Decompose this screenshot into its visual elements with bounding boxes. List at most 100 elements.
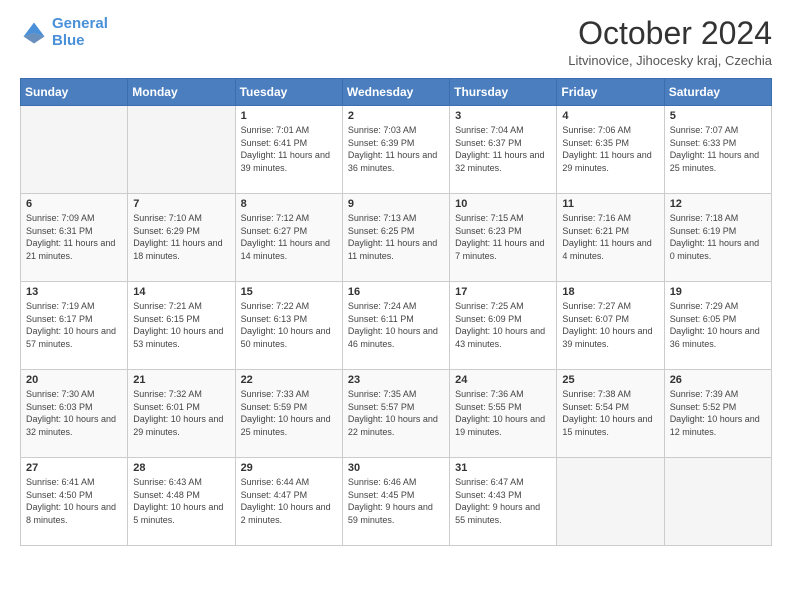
day-info: Sunrise: 7:32 AM Sunset: 6:01 PM Dayligh… bbox=[133, 388, 229, 438]
day-number: 25 bbox=[562, 374, 658, 386]
day-number: 8 bbox=[241, 198, 337, 210]
day-info: Sunrise: 7:04 AM Sunset: 6:37 PM Dayligh… bbox=[455, 124, 551, 174]
day-number: 2 bbox=[348, 110, 444, 122]
day-number: 14 bbox=[133, 286, 229, 298]
day-number: 18 bbox=[562, 286, 658, 298]
day-of-week-header: Saturday bbox=[664, 79, 771, 106]
day-info: Sunrise: 6:44 AM Sunset: 4:47 PM Dayligh… bbox=[241, 476, 337, 526]
day-info: Sunrise: 7:12 AM Sunset: 6:27 PM Dayligh… bbox=[241, 212, 337, 262]
day-number: 21 bbox=[133, 374, 229, 386]
calendar-day-cell: 3Sunrise: 7:04 AM Sunset: 6:37 PM Daylig… bbox=[450, 106, 557, 194]
day-info: Sunrise: 6:47 AM Sunset: 4:43 PM Dayligh… bbox=[455, 476, 551, 526]
calendar-day-cell: 16 Sunrise: 7:24 AM Sunset: 6:11 PM Dayli… bbox=[342, 282, 449, 370]
day-info: Sunrise: 7:03 AM Sunset: 6:39 PM Dayligh… bbox=[348, 124, 444, 174]
day-of-week-header: Wednesday bbox=[342, 79, 449, 106]
day-number: 24 bbox=[455, 374, 551, 386]
calendar-week-row: 20Sunrise: 7:30 AM Sunset: 6:03 PM Dayli… bbox=[21, 370, 772, 458]
day-of-week-header: Thursday bbox=[450, 79, 557, 106]
calendar-day-cell: 14 Sunrise: 7:21 AM Sunset: 6:15 PM Dayli… bbox=[128, 282, 235, 370]
day-info: Sunrise: 7:01 AM Sunset: 6:41 PM Dayligh… bbox=[241, 124, 337, 174]
day-info: Sunrise: 6:46 AM Sunset: 4:45 PM Dayligh… bbox=[348, 476, 444, 526]
calendar-day-cell: 11Sunrise: 7:16 AM Sunset: 6:21 PM Dayli… bbox=[557, 194, 664, 282]
calendar-day-cell: 13 Sunrise: 7:19 AM Sunset: 6:17 PM Dayli… bbox=[21, 282, 128, 370]
day-info: Sunrise: 7:29 AM Sunset: 6:05 PM Dayligh… bbox=[670, 300, 766, 350]
day-number: 6 bbox=[26, 198, 122, 210]
day-of-week-header: Sunday bbox=[21, 79, 128, 106]
day-info: Sunrise: 7:09 AM Sunset: 6:31 PM Dayligh… bbox=[26, 212, 122, 262]
day-info: Sunrise: 7:30 AM Sunset: 6:03 PM Dayligh… bbox=[26, 388, 122, 438]
calendar-day-cell: 22Sunrise: 7:33 AM Sunset: 5:59 PM Dayli… bbox=[235, 370, 342, 458]
day-number: 28 bbox=[133, 462, 229, 474]
day-info: Sunrise: 6:41 AM Sunset: 4:50 PM Dayligh… bbox=[26, 476, 122, 526]
page: General Blue October 2024 Litvinovice, J… bbox=[0, 0, 792, 612]
day-number: 7 bbox=[133, 198, 229, 210]
calendar-day-cell: 18Sunrise: 7:27 AM Sunset: 6:07 PM Dayli… bbox=[557, 282, 664, 370]
calendar-day-cell: 17 Sunrise: 7:25 AM Sunset: 6:09 PM Dayli… bbox=[450, 282, 557, 370]
day-number: 1 bbox=[241, 110, 337, 122]
calendar-week-row: 1 Sunrise: 7:01 AM Sunset: 6:41 PM Daylig… bbox=[21, 106, 772, 194]
calendar-day-cell: 24 Sunrise: 7:36 AM Sunset: 5:55 PM Dayli… bbox=[450, 370, 557, 458]
day-of-week-header: Friday bbox=[557, 79, 664, 106]
day-number: 5 bbox=[670, 110, 766, 122]
calendar-day-cell: 6 Sunrise: 7:09 AM Sunset: 6:31 PM Daylig… bbox=[21, 194, 128, 282]
day-info: Sunrise: 7:07 AM Sunset: 6:33 PM Dayligh… bbox=[670, 124, 766, 174]
calendar-day-cell: 29 Sunrise: 6:44 AM Sunset: 4:47 PM Dayli… bbox=[235, 458, 342, 546]
calendar-day-cell: 1 Sunrise: 7:01 AM Sunset: 6:41 PM Daylig… bbox=[235, 106, 342, 194]
calendar-day-cell bbox=[664, 458, 771, 546]
day-number: 12 bbox=[670, 198, 766, 210]
day-number: 13 bbox=[26, 286, 122, 298]
calendar-day-cell: 21 Sunrise: 7:32 AM Sunset: 6:01 PM Dayli… bbox=[128, 370, 235, 458]
day-info: Sunrise: 7:16 AM Sunset: 6:21 PM Dayligh… bbox=[562, 212, 658, 262]
calendar-day-cell bbox=[21, 106, 128, 194]
day-info: Sunrise: 7:38 AM Sunset: 5:54 PM Dayligh… bbox=[562, 388, 658, 438]
day-info: Sunrise: 7:21 AM Sunset: 6:15 PM Dayligh… bbox=[133, 300, 229, 350]
logo-text: General Blue bbox=[52, 16, 108, 49]
day-number: 23 bbox=[348, 374, 444, 386]
calendar-day-cell: 12 Sunrise: 7:18 AM Sunset: 6:19 PM Dayli… bbox=[664, 194, 771, 282]
day-info: Sunrise: 7:24 AM Sunset: 6:11 PM Dayligh… bbox=[348, 300, 444, 350]
calendar-day-cell: 26Sunrise: 7:39 AM Sunset: 5:52 PM Dayli… bbox=[664, 370, 771, 458]
calendar-day-cell: 31 Sunrise: 6:47 AM Sunset: 4:43 PM Dayli… bbox=[450, 458, 557, 546]
day-number: 16 bbox=[348, 286, 444, 298]
calendar-day-cell: 27 Sunrise: 6:41 AM Sunset: 4:50 PM Dayli… bbox=[21, 458, 128, 546]
day-info: Sunrise: 7:25 AM Sunset: 6:09 PM Dayligh… bbox=[455, 300, 551, 350]
day-info: Sunrise: 7:19 AM Sunset: 6:17 PM Dayligh… bbox=[26, 300, 122, 350]
day-info: Sunrise: 6:43 AM Sunset: 4:48 PM Dayligh… bbox=[133, 476, 229, 526]
calendar-day-cell: 15Sunrise: 7:22 AM Sunset: 6:13 PM Dayli… bbox=[235, 282, 342, 370]
calendar: SundayMondayTuesdayWednesdayThursdayFrid… bbox=[20, 78, 772, 546]
day-info: Sunrise: 7:35 AM Sunset: 5:57 PM Dayligh… bbox=[348, 388, 444, 438]
day-info: Sunrise: 7:36 AM Sunset: 5:55 PM Dayligh… bbox=[455, 388, 551, 438]
location: Litvinovice, Jihocesky kraj, Czechia bbox=[568, 53, 772, 68]
day-number: 4 bbox=[562, 110, 658, 122]
day-number: 31 bbox=[455, 462, 551, 474]
calendar-week-row: 13 Sunrise: 7:19 AM Sunset: 6:17 PM Dayli… bbox=[21, 282, 772, 370]
logo: General Blue bbox=[20, 16, 108, 49]
day-number: 9 bbox=[348, 198, 444, 210]
day-info: Sunrise: 7:39 AM Sunset: 5:52 PM Dayligh… bbox=[670, 388, 766, 438]
day-number: 30 bbox=[348, 462, 444, 474]
day-number: 17 bbox=[455, 286, 551, 298]
day-info: Sunrise: 7:33 AM Sunset: 5:59 PM Dayligh… bbox=[241, 388, 337, 438]
calendar-day-cell: 4Sunrise: 7:06 AM Sunset: 6:35 PM Daylig… bbox=[557, 106, 664, 194]
calendar-day-cell: 8 Sunrise: 7:12 AM Sunset: 6:27 PM Daylig… bbox=[235, 194, 342, 282]
calendar-day-cell bbox=[557, 458, 664, 546]
day-number: 19 bbox=[670, 286, 766, 298]
calendar-day-cell: 20Sunrise: 7:30 AM Sunset: 6:03 PM Dayli… bbox=[21, 370, 128, 458]
day-number: 29 bbox=[241, 462, 337, 474]
title-block: October 2024 Litvinovice, Jihocesky kraj… bbox=[568, 16, 772, 68]
header: General Blue October 2024 Litvinovice, J… bbox=[20, 16, 772, 68]
calendar-day-cell: 5 Sunrise: 7:07 AM Sunset: 6:33 PM Daylig… bbox=[664, 106, 771, 194]
calendar-day-cell: 7Sunrise: 7:10 AM Sunset: 6:29 PM Daylig… bbox=[128, 194, 235, 282]
day-number: 10 bbox=[455, 198, 551, 210]
day-info: Sunrise: 7:18 AM Sunset: 6:19 PM Dayligh… bbox=[670, 212, 766, 262]
calendar-day-cell: 2 Sunrise: 7:03 AM Sunset: 6:39 PM Daylig… bbox=[342, 106, 449, 194]
calendar-day-cell bbox=[128, 106, 235, 194]
calendar-day-cell: 23 Sunrise: 7:35 AM Sunset: 5:57 PM Dayli… bbox=[342, 370, 449, 458]
calendar-week-row: 6 Sunrise: 7:09 AM Sunset: 6:31 PM Daylig… bbox=[21, 194, 772, 282]
day-number: 27 bbox=[26, 462, 122, 474]
calendar-header-row: SundayMondayTuesdayWednesdayThursdayFrid… bbox=[21, 79, 772, 106]
logo-icon bbox=[20, 19, 48, 47]
day-info: Sunrise: 7:13 AM Sunset: 6:25 PM Dayligh… bbox=[348, 212, 444, 262]
calendar-day-cell: 19 Sunrise: 7:29 AM Sunset: 6:05 PM Dayli… bbox=[664, 282, 771, 370]
calendar-day-cell: 9 Sunrise: 7:13 AM Sunset: 6:25 PM Daylig… bbox=[342, 194, 449, 282]
